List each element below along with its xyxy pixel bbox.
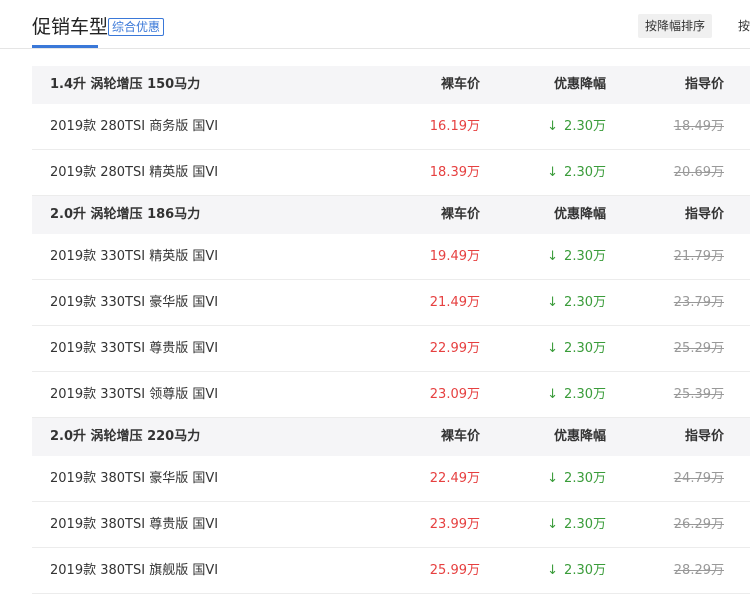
- table-row[interactable]: 2019款 330TSI 领尊版 国VI 23.09万 ↓ 2.30万 25.39万: [32, 372, 750, 418]
- promo-model-list: 1.4升 涡轮增压 150马力 裸车价 优惠降幅 指导价 2019款 280TSI 商务…: [32, 66, 750, 594]
- discount-value: 2.30万: [564, 563, 606, 578]
- arrow-down-icon: ↓: [547, 471, 559, 486]
- table-row[interactable]: 2019款 330TSI 豪华版 国VI 21.49万 ↓ 2.30万 23.79万: [32, 280, 750, 326]
- column-header-price: 裸车价: [440, 207, 480, 222]
- page-header: 促销车型 综合优惠 按降幅排序 按: [0, 0, 750, 49]
- bare-car-price: 23.09万: [429, 387, 480, 402]
- bare-car-price: 16.19万: [429, 119, 480, 134]
- arrow-down-icon: ↓: [547, 165, 559, 180]
- discount-amount: ↓ 2.30万: [547, 104, 606, 149]
- discount-value: 2.30万: [564, 517, 606, 532]
- page-title[interactable]: 促销车型: [32, 12, 108, 39]
- arrow-down-icon: ↓: [547, 119, 559, 134]
- guide-price: 23.79万: [673, 295, 724, 310]
- column-header-guide-price: 指导价: [684, 207, 724, 222]
- discount-amount: ↓ 2.30万: [547, 548, 606, 593]
- discount-value: 2.30万: [564, 249, 606, 264]
- table-row[interactable]: 2019款 380TSI 豪华版 国VI 22.49万 ↓ 2.30万 24.79万: [32, 456, 750, 502]
- arrow-down-icon: ↓: [547, 249, 559, 264]
- table-row[interactable]: 2019款 280TSI 精英版 国VI 18.39万 ↓ 2.30万 20.69万: [32, 150, 750, 196]
- bare-car-price: 19.49万: [429, 249, 480, 264]
- bare-car-price: 18.39万: [429, 165, 480, 180]
- bare-car-price: 23.99万: [429, 517, 480, 532]
- engine-group-header: 2.0升 涡轮增压 220马力 裸车价 优惠降幅 指导价: [32, 418, 750, 456]
- active-tab-underline: [32, 45, 98, 48]
- arrow-down-icon: ↓: [547, 295, 559, 310]
- table-row[interactable]: 2019款 330TSI 精英版 国VI 19.49万 ↓ 2.30万 21.79万: [32, 234, 750, 280]
- model-name[interactable]: 2019款 380TSI 尊贵版 国VI: [50, 502, 218, 547]
- discount-value: 2.30万: [564, 387, 606, 402]
- sort-button-partial[interactable]: 按: [738, 14, 750, 38]
- discount-value: 2.30万: [564, 165, 606, 180]
- column-header-guide-price: 指导价: [684, 429, 724, 444]
- discount-amount: ↓ 2.30万: [547, 326, 606, 371]
- column-header-price: 裸车价: [440, 77, 480, 92]
- discount-value: 2.30万: [564, 341, 606, 356]
- model-name[interactable]: 2019款 330TSI 领尊版 国VI: [50, 372, 218, 417]
- engine-spec-label: 2.0升 涡轮增压 186马力: [50, 207, 201, 222]
- column-header-discount: 优惠降幅: [553, 77, 606, 92]
- bare-car-price: 22.99万: [429, 341, 480, 356]
- discount-amount: ↓ 2.30万: [547, 372, 606, 417]
- guide-price: 28.29万: [673, 563, 724, 578]
- table-row[interactable]: 2019款 380TSI 尊贵版 国VI 23.99万 ↓ 2.30万 26.29万: [32, 502, 750, 548]
- discount-amount: ↓ 2.30万: [547, 234, 606, 279]
- discount-value: 2.30万: [564, 295, 606, 310]
- bare-car-price: 25.99万: [429, 563, 480, 578]
- discount-amount: ↓ 2.30万: [547, 502, 606, 547]
- discount-amount: ↓ 2.30万: [547, 280, 606, 325]
- guide-price: 24.79万: [673, 471, 724, 486]
- model-name[interactable]: 2019款 330TSI 尊贵版 国VI: [50, 326, 218, 371]
- guide-price: 25.39万: [673, 387, 724, 402]
- column-header-discount: 优惠降幅: [553, 429, 606, 444]
- table-row[interactable]: 2019款 280TSI 商务版 国VI 16.19万 ↓ 2.30万 18.49万: [32, 104, 750, 150]
- model-name[interactable]: 2019款 330TSI 豪华版 国VI: [50, 280, 218, 325]
- table-row[interactable]: 2019款 330TSI 尊贵版 国VI 22.99万 ↓ 2.30万 25.29万: [32, 326, 750, 372]
- engine-spec-label: 1.4升 涡轮增压 150马力: [50, 77, 201, 92]
- bare-car-price: 22.49万: [429, 471, 480, 486]
- column-header-guide-price: 指导价: [684, 77, 724, 92]
- engine-group-header: 1.4升 涡轮增压 150马力 裸车价 优惠降幅 指导价: [32, 66, 750, 104]
- guide-price: 21.79万: [673, 249, 724, 264]
- engine-group-header: 2.0升 涡轮增压 186马力 裸车价 优惠降幅 指导价: [32, 196, 750, 234]
- guide-price: 20.69万: [673, 165, 724, 180]
- arrow-down-icon: ↓: [547, 341, 559, 356]
- model-name[interactable]: 2019款 280TSI 精英版 国VI: [50, 150, 218, 195]
- bare-car-price: 21.49万: [429, 295, 480, 310]
- overall-discount-tag: 综合优惠: [108, 18, 165, 36]
- model-name[interactable]: 2019款 330TSI 精英版 国VI: [50, 234, 218, 279]
- engine-spec-label: 2.0升 涡轮增压 220马力: [50, 429, 201, 444]
- arrow-down-icon: ↓: [547, 517, 559, 532]
- arrow-down-icon: ↓: [547, 563, 559, 578]
- guide-price: 26.29万: [673, 517, 724, 532]
- discount-amount: ↓ 2.30万: [547, 150, 606, 195]
- model-name[interactable]: 2019款 380TSI 豪华版 国VI: [50, 456, 218, 501]
- discount-value: 2.30万: [564, 119, 606, 134]
- column-header-discount: 优惠降幅: [553, 207, 606, 222]
- sort-by-discount-button[interactable]: 按降幅排序: [638, 14, 713, 38]
- model-name[interactable]: 2019款 280TSI 商务版 国VI: [50, 104, 218, 149]
- arrow-down-icon: ↓: [547, 387, 559, 402]
- guide-price: 18.49万: [673, 119, 724, 134]
- column-header-price: 裸车价: [440, 429, 480, 444]
- model-name[interactable]: 2019款 380TSI 旗舰版 国VI: [50, 548, 218, 593]
- table-row[interactable]: 2019款 380TSI 旗舰版 国VI 25.99万 ↓ 2.30万 28.29万: [32, 548, 750, 594]
- guide-price: 25.29万: [673, 341, 724, 356]
- discount-value: 2.30万: [564, 471, 606, 486]
- discount-amount: ↓ 2.30万: [547, 456, 606, 501]
